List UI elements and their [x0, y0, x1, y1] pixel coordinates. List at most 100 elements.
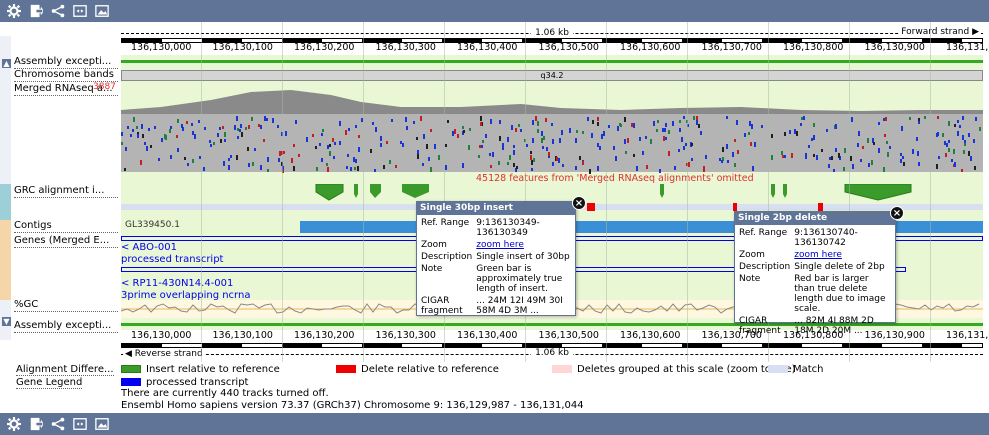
tick-label: 136,130,500	[538, 330, 599, 341]
popup-value: Green bar is approximately true length o…	[476, 264, 563, 294]
rnaseq-coverage-plot	[121, 90, 983, 174]
legend-delete: Delete relative to reference	[361, 364, 499, 375]
omitted-features-note: 45128 features from 'Merged RNAseq align…	[476, 173, 754, 184]
tick-label: 136,130,000	[131, 330, 192, 341]
legend-match: Match	[793, 364, 824, 375]
export-icon[interactable]	[28, 3, 44, 19]
popup-value: Red bar is larger than true delete lengt…	[794, 274, 886, 314]
close-icon[interactable]: ×	[572, 196, 586, 210]
popup-key: Ref. Range	[421, 218, 470, 228]
popup-key: Note	[421, 264, 443, 274]
gene-abo-001-name[interactable]: < ABO-001	[121, 242, 177, 253]
popup-delete: Single 2bp delete Ref. Range 9:136130740-…	[734, 211, 896, 336]
assembly-exceptions-track	[121, 55, 983, 68]
popup-key: Zoom	[421, 240, 447, 250]
image-icon[interactable]	[94, 3, 110, 19]
tracks-off-note: There are currently 440 tracks turned of…	[121, 388, 329, 399]
chromosome-bands-track[interactable]: q34.2	[121, 68, 983, 82]
expand-icon[interactable]: ▲	[2, 59, 11, 68]
popup-key: Description	[739, 262, 791, 272]
tick-label: 136,130,400	[457, 42, 518, 53]
expand-icon[interactable]: ▼	[2, 317, 11, 326]
legend: Alignment Differe... Insert relative to …	[0, 362, 989, 412]
popup-value: 9:136130740-136130742	[794, 228, 858, 248]
resize-icon[interactable]	[72, 416, 88, 432]
track-label-gc[interactable]: %GC	[14, 299, 118, 312]
scale-bar-top: 1.06 kb Forward strand ▶ 136,130,000 136,…	[121, 24, 989, 54]
close-icon[interactable]: ×	[890, 206, 904, 220]
popup-insert-title: Single 30bp insert	[417, 202, 575, 215]
legend-label-gene[interactable]: Gene Legend	[16, 377, 83, 389]
bottom-toolbar	[0, 413, 989, 435]
tick-label: 136,130,100	[212, 330, 273, 341]
grouped-delete-swatch	[552, 365, 572, 373]
track-label-genes[interactable]: Genes (Merged E...	[14, 235, 118, 248]
span-label: 1.06 kb	[531, 28, 573, 38]
tick-label: 136,130,600	[620, 330, 681, 341]
resize-icon[interactable]	[72, 3, 88, 19]
delete-swatch	[336, 365, 356, 373]
tick-labels-top: 136,130,000 136,130,100 136,130,200 136,130…	[121, 42, 989, 54]
tick-label: 136,130,300	[375, 330, 436, 341]
zoom-here-link[interactable]: zoom here	[794, 250, 842, 260]
gene-rp11-name[interactable]: < RP11-430N14.4-001	[121, 278, 233, 289]
tick-label: 136,130,100	[212, 42, 273, 53]
gene-abo-001-type: processed transcript	[121, 254, 224, 265]
track-label-assembly-exceptions-2[interactable]: Assembly excepti...	[14, 320, 118, 333]
tick-label: 136,130,200	[294, 330, 355, 341]
popup-value: ... 24M 12I 49M 30I 58M 4D 3M ...	[476, 296, 563, 316]
popup-key: Description	[421, 252, 473, 262]
legend-processed-transcript: processed transcript	[146, 377, 249, 388]
image-icon[interactable]	[94, 416, 110, 432]
track-label-chromosome-bands[interactable]: Chromosome bands	[14, 69, 118, 82]
reverse-strand-label: ◀ Reverse strand	[123, 349, 205, 359]
popup-key: CIGAR fragment	[739, 316, 781, 336]
legend-deletes-grouped: Deletes grouped at this scale (zoom to s…	[577, 364, 796, 375]
popup-value: 9:136130349-136130349	[476, 218, 540, 238]
tick-label: 136,130,200	[294, 42, 355, 53]
tick-label: 136,130,300	[375, 42, 436, 53]
match-swatch	[768, 365, 788, 373]
legend-label-alignment-differences[interactable]: Alignment Differe...	[16, 364, 114, 376]
span-label-bottom: 1.06 kb	[531, 348, 573, 358]
popup-key: Zoom	[739, 250, 765, 260]
gear-icon[interactable]	[6, 416, 22, 432]
popup-key: CIGAR fragment	[421, 296, 463, 316]
rnaseq-track: 3887 45128 features from 'Merged RNAseq …	[93, 82, 983, 184]
rnaseq-max-label: 3887	[93, 82, 116, 92]
track-label-grc-alignment[interactable]: GRC alignment i...	[14, 185, 118, 198]
tick-label: 136,130,800	[783, 42, 844, 53]
popup-delete-title: Single 2bp delete	[735, 212, 895, 225]
top-toolbar	[0, 0, 989, 22]
tick-label: 136,131,0	[946, 330, 989, 341]
popup-key: Ref. Range	[739, 228, 788, 238]
popup-key: Note	[739, 274, 761, 284]
side-stripe	[0, 184, 11, 220]
forward-strand-label: Forward strand ▶	[899, 27, 981, 37]
popup-value: Single delete of 2bp	[794, 262, 885, 272]
legend-insert: Insert relative to reference	[146, 364, 280, 375]
band-q34-2[interactable]: q34.2	[121, 70, 983, 81]
zoom-here-link[interactable]: zoom here	[476, 240, 524, 250]
track-label-assembly-exceptions[interactable]: Assembly excepti...	[14, 56, 118, 69]
tick-label: 136,130,900	[864, 42, 925, 53]
track-label-contigs[interactable]: Contigs	[14, 220, 118, 233]
version-info: Ensembl Homo sapiens version 73.37 (GRCh…	[121, 400, 584, 411]
tick-label: 136,130,400	[457, 330, 518, 341]
popup-value: Single insert of 30bp	[476, 252, 570, 262]
tick-label: 136,130,700	[701, 42, 762, 53]
share-icon[interactable]	[50, 416, 66, 432]
tick-label: 136,130,500	[538, 42, 599, 53]
processed-transcript-swatch	[121, 378, 141, 386]
tick-label: 136,130,000	[131, 42, 192, 53]
insert-swatch	[121, 365, 141, 373]
contig-name[interactable]: GL339450.1	[125, 220, 180, 230]
export-icon[interactable]	[28, 416, 44, 432]
tick-label: 136,131,0	[946, 42, 989, 53]
gear-icon[interactable]	[6, 3, 22, 19]
share-icon[interactable]	[50, 3, 66, 19]
genome-browser-panel: ▲ ▼ Assembly excepti... Chromosome bands…	[0, 22, 989, 362]
popup-insert: Single 30bp insert Ref. Range 9:136130349…	[416, 201, 576, 316]
side-stripe	[0, 220, 11, 300]
tick-label: 136,130,600	[620, 42, 681, 53]
